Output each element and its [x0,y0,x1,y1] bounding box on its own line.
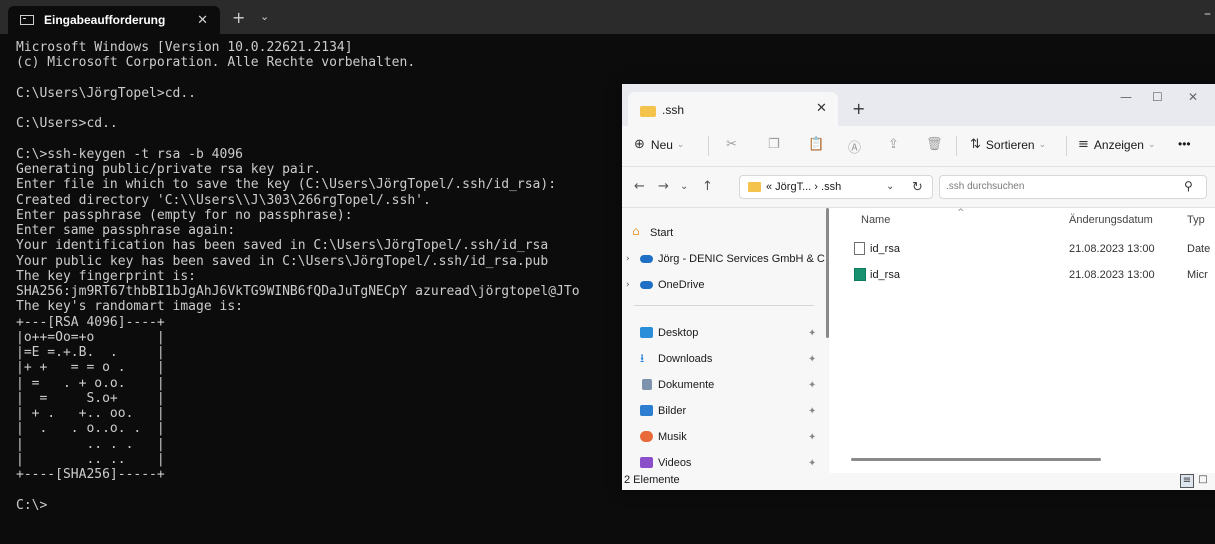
minimize-icon[interactable]: – [1204,6,1211,22]
maximize-icon[interactable]: ☐ [1152,90,1163,104]
close-tab-icon[interactable]: ✕ [816,101,827,116]
status-bar: 2 Elemente ≡ □ [622,473,1215,490]
home-icon: ⌂ [632,224,640,238]
nav-item-videos[interactable]: Videos ✦ [622,452,822,474]
desktop-icon [640,327,653,338]
divider [956,136,957,156]
sort-icon: ⇅ [970,137,981,152]
item-count: 2 Elemente [624,474,680,486]
share-icon[interactable]: ⇪ [888,137,899,152]
pin-icon[interactable]: ✦ [808,458,816,469]
address-dropdown-icon[interactable]: ⌄ [886,181,894,192]
terminal-tab[interactable]: Eingabeaufforderung ✕ [8,6,220,34]
view-button-label: Anzeigen [1093,137,1144,152]
address-path: « JörgT... › .ssh [766,181,842,193]
file-row[interactable]: id_rsa 21.08.2023 13:00 Date [829,238,1215,260]
folder-icon [640,106,656,117]
file-row[interactable]: id_rsa 21.08.2023 13:00 Micr [829,264,1215,286]
cloud-icon [640,281,653,289]
recent-locations-chevron-icon[interactable]: ⌄ [680,181,688,192]
command-bar: ⊕ Neu ⌄ ✂ ❐ 📋 Ⓐ ⇪ 🗑 ⇅ Sortieren ⌄ ≡ Anze… [622,126,1215,167]
folder-icon [748,182,761,192]
cut-icon[interactable]: ✂ [726,137,737,152]
plus-circle-icon: ⊕ [634,137,645,152]
nav-item-cloud-org[interactable]: › Jörg - DENIC Services GmbH & C [622,248,825,270]
sort-indicator-icon: ^ [957,208,965,218]
cloud-icon [640,255,653,263]
document-icon [642,379,652,390]
file-explorer-window: .ssh ✕ + — ☐ ✕ ⊕ Neu ⌄ ✂ ❐ 📋 Ⓐ ⇪ 🗑 ⇅ Sor… [622,84,1215,490]
column-header-date[interactable]: Änderungsdatum [1069,214,1153,226]
chevron-down-icon: ⌄ [1038,139,1047,150]
chevron-down-icon: ⌄ [1147,139,1156,150]
videos-icon [640,457,653,468]
search-icon: ⚲ [1184,179,1193,193]
divider [1066,136,1067,156]
address-bar[interactable]: « JörgT... › .ssh ⌄ ↻ [739,175,933,199]
nav-item-music[interactable]: Musik ✦ [622,426,822,448]
file-icon [854,242,865,255]
view-lines-icon: ≡ [1078,137,1089,152]
terminal-icon [20,15,34,25]
view-button[interactable]: ≡ Anzeigen ⌄ [1078,137,1156,152]
download-icon: ⭳ [640,351,645,365]
sort-button[interactable]: ⇅ Sortieren ⌄ [970,137,1046,152]
search-placeholder: .ssh durchsuchen [946,181,1025,192]
nav-item-pictures[interactable]: Bilder ✦ [622,400,822,422]
pictures-icon [640,405,653,416]
divider [708,136,709,156]
delete-icon[interactable]: 🗑 [926,137,943,152]
sort-button-label: Sortieren [985,137,1035,152]
pin-icon[interactable]: ✦ [808,380,816,391]
explorer-titlebar: .ssh ✕ + — ☐ ✕ [622,84,1215,126]
pin-icon[interactable]: ✦ [808,328,816,339]
pin-icon[interactable]: ✦ [808,406,816,417]
horizontal-scrollbar[interactable] [851,458,1101,461]
close-window-icon[interactable]: ✕ [1188,90,1198,104]
up-arrow-icon[interactable]: ↑ [702,179,713,194]
pin-icon[interactable]: ✦ [808,432,816,443]
details-view-icon[interactable]: ≡ [1180,474,1194,488]
paste-icon[interactable]: 📋 [808,137,824,152]
chevron-right-icon[interactable]: › [626,280,630,290]
file-list: Name ^ Änderungsdatum Typ id_rsa 21.08.2… [829,208,1215,473]
more-options-button[interactable]: ••• [1178,137,1191,151]
navigation-pane: ⌂ Start › Jörg - DENIC Services GmbH & C… [622,208,829,474]
nav-item-desktop[interactable]: Desktop ✦ [622,322,822,344]
explorer-tab[interactable]: .ssh ✕ [628,92,838,126]
tiles-view-icon[interactable]: □ [1196,474,1210,488]
back-arrow-icon[interactable]: ← [634,179,645,194]
close-icon[interactable]: ✕ [197,13,208,28]
new-button-label: Neu [650,137,673,152]
music-icon [640,431,653,442]
minimize-icon[interactable]: — [1120,90,1132,104]
explorer-tab-title: .ssh [662,103,685,117]
copy-icon[interactable]: ❐ [768,137,780,152]
nav-item-onedrive[interactable]: › OneDrive [622,274,822,296]
chevron-down-icon[interactable]: ⌄ [260,10,269,23]
search-input[interactable]: .ssh durchsuchen ⚲ [939,175,1207,199]
rename-icon[interactable]: Ⓐ [848,137,861,156]
new-button[interactable]: ⊕ Neu ⌄ [634,137,684,152]
refresh-icon[interactable]: ↻ [912,180,923,195]
column-header-name[interactable]: Name [861,214,890,226]
nav-item-documents[interactable]: Dokumente ✦ [622,374,822,396]
terminal-tab-title: Eingabeaufforderung [44,13,166,27]
pin-icon[interactable]: ✦ [808,354,816,365]
chevron-down-icon: ⌄ [676,139,685,150]
nav-divider [634,305,814,306]
new-tab-icon[interactable]: + [232,8,245,27]
terminal-tab-bar: Eingabeaufforderung ✕ + ⌄ – [0,0,1215,34]
new-tab-icon[interactable]: + [852,99,865,118]
publisher-file-icon [854,268,866,281]
chevron-right-icon[interactable]: › [626,254,630,264]
forward-arrow-icon[interactable]: → [658,179,669,194]
nav-item-start[interactable]: ⌂ Start [622,222,822,244]
nav-item-downloads[interactable]: ⭳ Downloads ✦ [622,348,822,370]
column-header-type[interactable]: Typ [1187,214,1205,226]
address-bar-row: ← → ⌄ ↑ « JörgT... › .ssh ⌄ ↻ .ssh durch… [622,167,1215,208]
